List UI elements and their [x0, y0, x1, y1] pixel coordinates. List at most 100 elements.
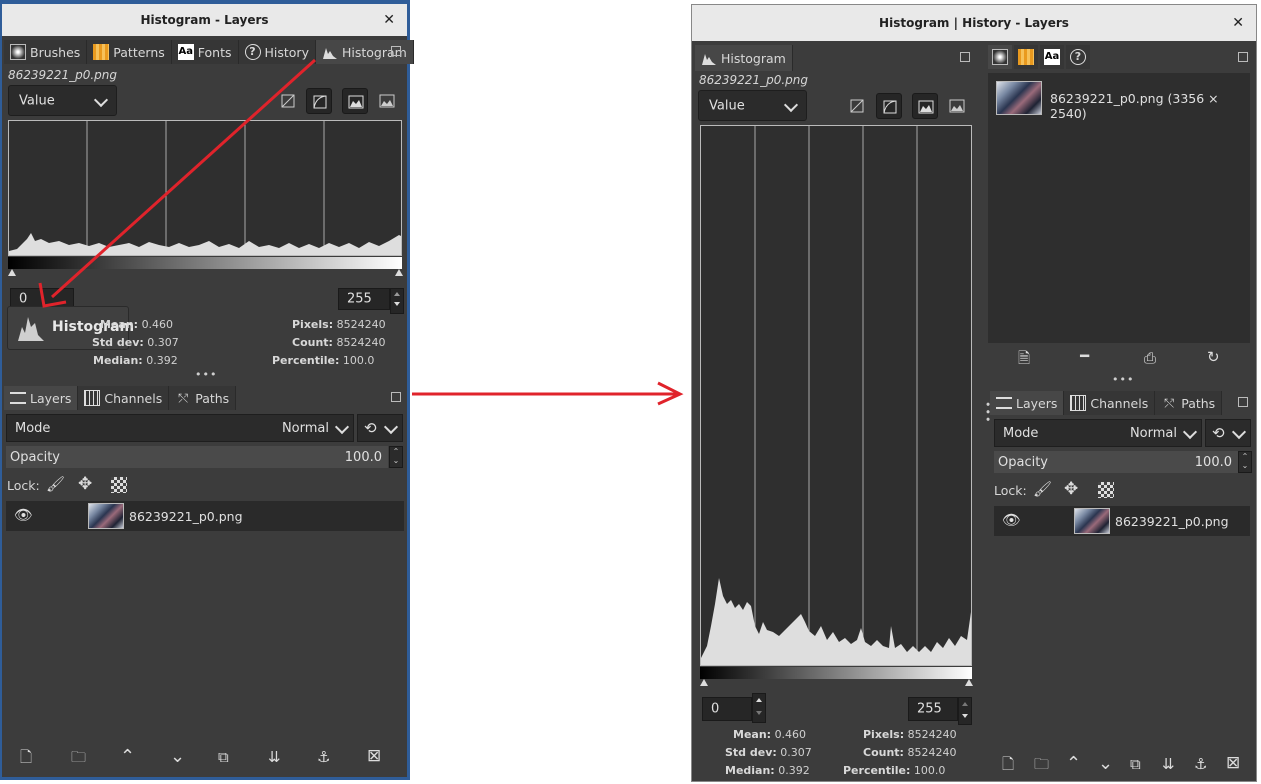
lower-layer-icon[interactable]: ⌄	[170, 748, 185, 766]
tab-label: Histogram	[721, 50, 786, 66]
patterns-icon[interactable]	[1014, 45, 1038, 69]
tab-menu-icon[interactable]	[391, 46, 401, 56]
paths-icon: ⤲	[1164, 396, 1175, 410]
lock-alpha-icon[interactable]	[1098, 482, 1114, 498]
new-group-icon[interactable]: 🗀	[71, 750, 86, 765]
rgb-view-button[interactable]	[944, 93, 970, 119]
close-button[interactable]: ✕	[1232, 5, 1244, 41]
histogram-view-button[interactable]	[912, 93, 938, 119]
stat-label: Count:	[863, 746, 904, 759]
tab-channels[interactable]: Channels	[78, 386, 170, 410]
range-high-stepper[interactable]	[958, 697, 972, 725]
mode-select[interactable]: Mode Normal	[6, 414, 354, 442]
lock-paint-icon[interactable]: 🖌	[46, 477, 65, 492]
print-icon[interactable]: ⎙	[1144, 351, 1156, 366]
merge-layer-icon[interactable]: ⇊	[268, 750, 281, 765]
histogram-view-button[interactable]	[342, 88, 368, 114]
log-icon	[313, 95, 327, 109]
anchor-layer-icon[interactable]: ⚓	[317, 750, 330, 765]
new-layer-icon[interactable]: 🗋	[1002, 757, 1014, 772]
duplicate-layer-icon[interactable]: ⧉	[1130, 757, 1141, 772]
new-group-icon[interactable]: 🗀	[1034, 757, 1049, 772]
lock-position-icon[interactable]: ✥	[78, 476, 92, 493]
tab-histogram[interactable]: Histogram	[695, 45, 793, 71]
histogram-plot	[701, 126, 971, 665]
composite-mode-button[interactable]: ⟲	[1205, 419, 1251, 447]
anchor-layer-icon[interactable]: ⚓	[1194, 757, 1207, 772]
opacity-stepper[interactable]: ⌃ ⌄	[1238, 451, 1252, 473]
linear-scale-button[interactable]	[275, 88, 301, 114]
tab-layers[interactable]: Layers	[4, 386, 79, 410]
layer-dock-tabs: Layers Channels ⤲ Paths	[4, 386, 237, 410]
refresh-icon[interactable]: ↻	[1207, 350, 1220, 365]
range-high-input[interactable]: 255	[338, 288, 390, 310]
delete-layer-icon[interactable]: ⊠	[1226, 755, 1240, 772]
tab-history[interactable]: ? History	[238, 40, 316, 64]
range-low-input[interactable]: 0	[702, 697, 752, 721]
stat-percentile: Percentile: 100.0	[843, 764, 945, 777]
high-handle-icon[interactable]	[395, 269, 403, 276]
tab-menu-icon[interactable]	[1238, 52, 1248, 62]
lock-alpha-icon[interactable]	[111, 477, 127, 493]
log-scale-button[interactable]	[306, 88, 332, 114]
raise-layer-icon[interactable]: ⌃	[120, 748, 135, 766]
tab-brushes[interactable]: Brushes	[4, 40, 88, 64]
list-item[interactable]: 86239221_p0.png (3356 × 2540)	[996, 81, 1246, 121]
tab-channels[interactable]: Channels	[1064, 391, 1156, 415]
brushes-icon[interactable]	[988, 45, 1012, 69]
range-gradient[interactable]	[8, 257, 402, 269]
opacity-value: 100.0	[1194, 455, 1232, 470]
tab-fonts[interactable]: Aa Fonts	[171, 40, 239, 64]
histogram-dock-tabs: Histogram	[695, 45, 793, 71]
opacity-slider[interactable]: Opacity 100.0	[6, 446, 388, 468]
channel-select[interactable]: Value	[698, 90, 807, 121]
tab-label: Patterns	[113, 44, 165, 60]
histogram-graph[interactable]	[8, 120, 402, 256]
high-handle-icon[interactable]	[965, 679, 973, 686]
raise-layer-icon[interactable]: ⌃	[1066, 755, 1081, 773]
delete-layer-icon[interactable]: ⊠	[367, 748, 381, 765]
tab-paths[interactable]: ⤲ Paths	[1155, 391, 1223, 415]
open-image-icon[interactable]: 🗎	[1018, 351, 1030, 366]
lock-position-icon[interactable]: ✥	[1064, 481, 1078, 498]
layer-row[interactable]: 👁 86239221_p0.png	[6, 501, 404, 531]
visibility-eye-icon[interactable]: 👁	[14, 506, 33, 524]
mode-select[interactable]: Mode Normal	[994, 419, 1202, 447]
merge-layer-icon[interactable]: ⇊	[1162, 757, 1175, 772]
tab-label: Channels	[104, 390, 163, 406]
tab-menu-icon[interactable]	[1238, 397, 1248, 407]
opacity-slider[interactable]: Opacity 100.0	[994, 451, 1238, 473]
visibility-eye-icon[interactable]: 👁	[1002, 511, 1021, 529]
remove-icon[interactable]: ━	[1080, 349, 1089, 364]
tab-menu-icon[interactable]	[391, 392, 401, 402]
rgb-view-button[interactable]	[374, 88, 400, 114]
help-icon[interactable]: ?	[1066, 45, 1090, 69]
tab-menu-icon[interactable]	[960, 52, 970, 62]
tab-layers[interactable]: Layers	[990, 391, 1065, 415]
tab-paths[interactable]: ⤲ Paths	[169, 386, 237, 410]
close-button[interactable]: ✕	[383, 4, 395, 36]
linear-scale-button[interactable]	[844, 93, 870, 119]
composite-mode-button[interactable]: ⟲	[357, 414, 403, 442]
opacity-stepper[interactable]: ⌃ ⌄	[389, 446, 403, 468]
log-scale-button[interactable]	[876, 93, 902, 119]
fonts-icon[interactable]: Aa	[1040, 45, 1064, 69]
lock-paint-icon[interactable]: 🖌	[1033, 482, 1052, 497]
histogram-graph[interactable]	[700, 125, 972, 666]
linear-icon	[850, 99, 864, 113]
range-high-stepper[interactable]	[390, 288, 404, 314]
low-handle-icon[interactable]	[8, 269, 16, 276]
range-high-input[interactable]: 255	[908, 697, 958, 721]
low-handle-icon[interactable]	[700, 679, 708, 686]
new-layer-icon[interactable]: 🗋	[20, 750, 32, 765]
lower-layer-icon[interactable]: ⌄	[1098, 755, 1113, 773]
tab-patterns[interactable]: Patterns	[87, 40, 172, 64]
channel-select[interactable]: Value	[8, 85, 117, 116]
right-window: Histogram | History - Layers ✕ Histogram…	[691, 4, 1257, 782]
duplicate-layer-icon[interactable]: ⧉	[218, 750, 229, 765]
layer-row[interactable]: 👁 86239221_p0.png	[994, 506, 1250, 536]
pane-resize-handle[interactable]: •••	[1112, 373, 1134, 386]
range-low-stepper[interactable]	[752, 693, 766, 723]
pane-resize-handle[interactable]: •••	[195, 368, 217, 381]
range-gradient[interactable]	[700, 667, 972, 679]
